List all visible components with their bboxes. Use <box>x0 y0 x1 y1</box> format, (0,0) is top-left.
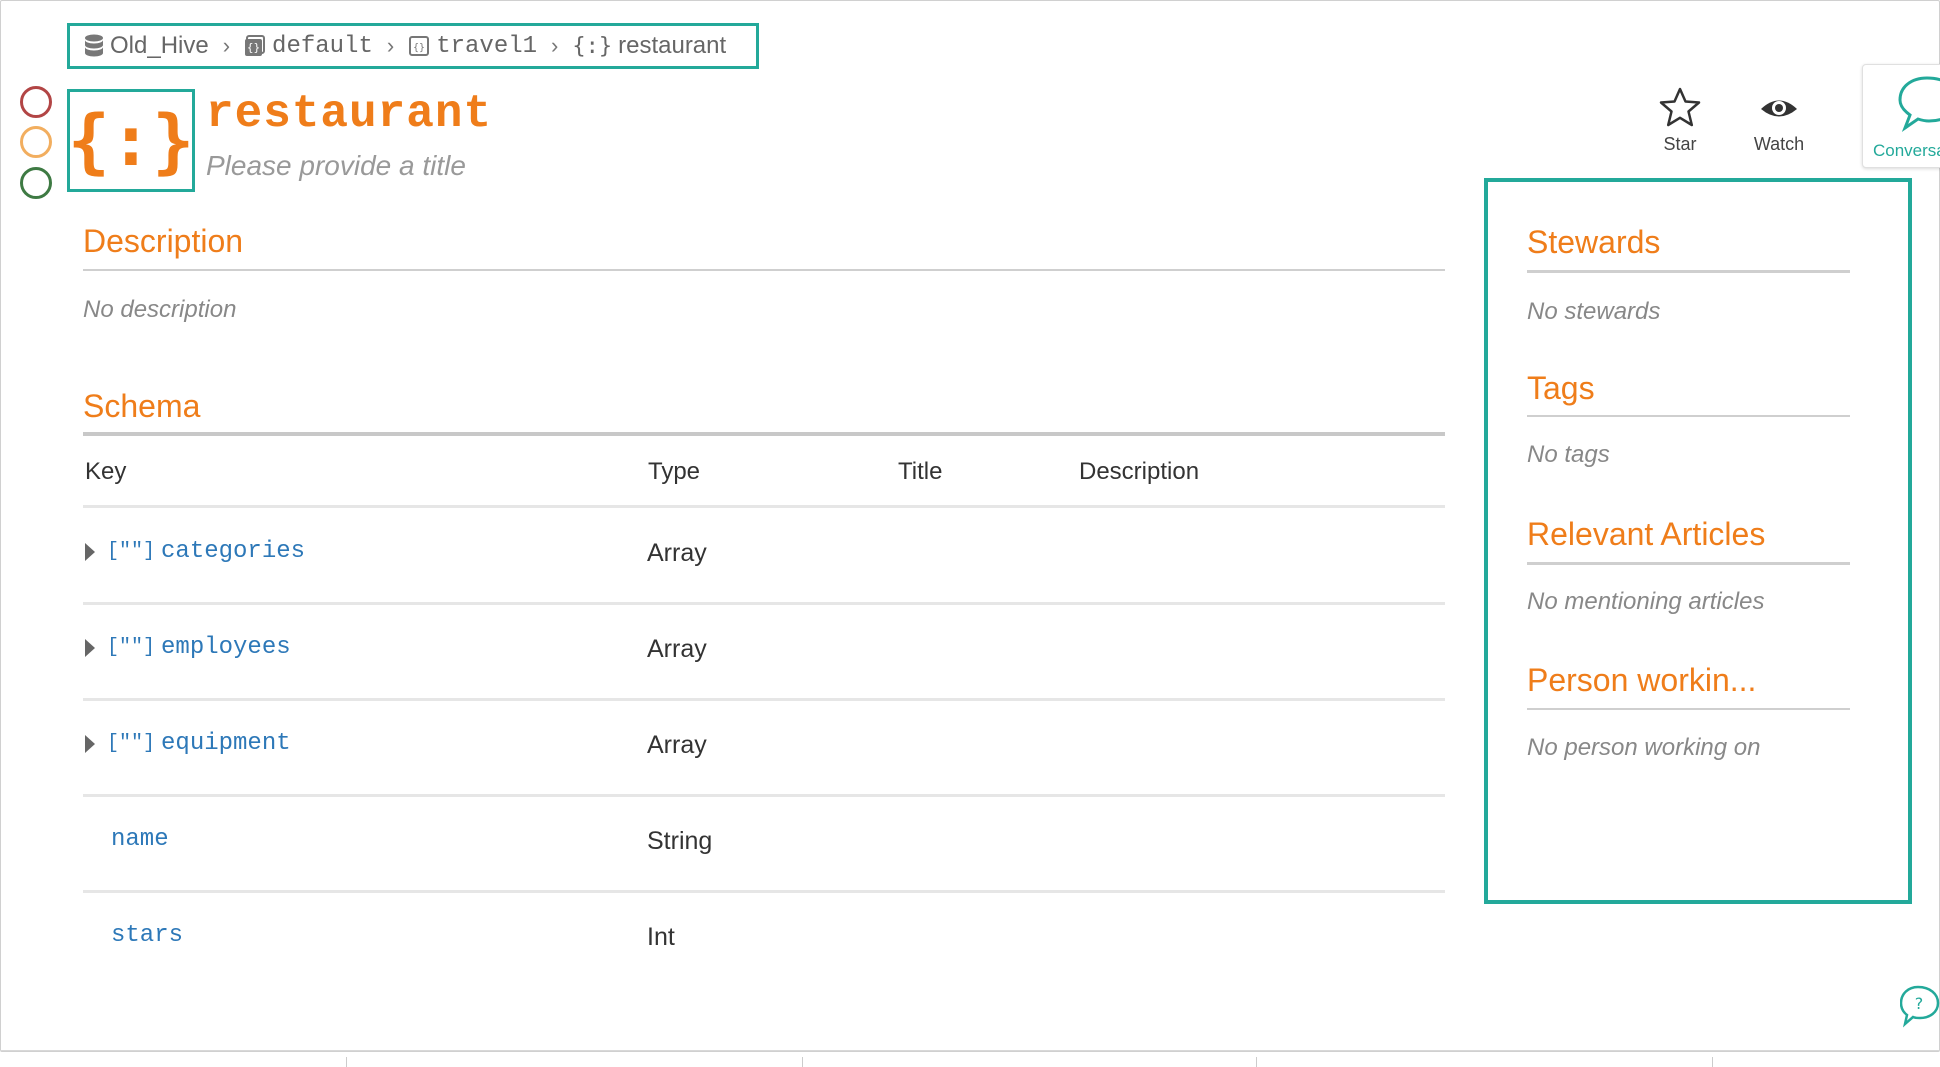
expand-caret-icon[interactable] <box>85 542 95 561</box>
description-empty[interactable]: No description <box>83 296 236 324</box>
field-type: Int <box>647 923 675 951</box>
chevron-right-icon: › <box>386 33 395 58</box>
description-heading: Description <box>83 223 244 259</box>
person-working-empty: No person working on <box>1527 734 1761 761</box>
breadcrumb-item-schema[interactable]: {} default <box>244 33 373 60</box>
column-header-key[interactable]: Key <box>85 458 126 486</box>
bottom-strip <box>0 1050 1940 1067</box>
field-key-link[interactable]: equipment <box>161 730 291 757</box>
divider <box>83 269 1445 271</box>
row-divider <box>83 602 1445 605</box>
object-icon: {:} <box>67 99 195 182</box>
relevant-articles-heading: Relevant Articles <box>1527 516 1766 552</box>
svg-text:{}: {} <box>247 41 260 54</box>
star-label: Star <box>1663 134 1697 154</box>
object-type-icon: {:} <box>67 89 195 192</box>
array-icon: [""] <box>107 636 156 659</box>
field-key-link[interactable]: name <box>111 826 169 853</box>
status-circle-green[interactable] <box>20 167 52 199</box>
help-chat-icon[interactable]: ? <box>1900 984 1940 1030</box>
stewards-empty: No stewards <box>1527 298 1661 325</box>
title-placeholder[interactable]: Please provide a title <box>206 150 466 182</box>
array-icon: [""] <box>107 540 156 563</box>
row-divider <box>83 794 1445 797</box>
chevron-right-icon: › <box>551 33 559 58</box>
column-header-description[interactable]: Description <box>1079 458 1199 486</box>
breadcrumb: Old_Hive › {} default › {} travel1 › {:}… <box>67 23 759 69</box>
table-row[interactable]: stars <box>111 922 183 949</box>
star-icon <box>1659 87 1701 127</box>
conversations-label: Conversations <box>1873 141 1940 160</box>
relevant-articles-empty: No mentioning articles <box>1527 588 1765 615</box>
star-button[interactable]: Star <box>1640 86 1720 155</box>
breadcrumb-label: travel1 <box>436 32 538 60</box>
divider <box>1527 708 1850 710</box>
status-circle-orange[interactable] <box>20 126 52 158</box>
tags-heading: Tags <box>1527 370 1595 406</box>
breadcrumb-item-database[interactable]: Old_Hive <box>84 32 209 60</box>
watch-button[interactable]: Watch <box>1739 86 1819 155</box>
field-key-link[interactable]: stars <box>111 922 183 949</box>
table-row[interactable]: [""] categories <box>85 538 305 565</box>
column-header-type[interactable]: Type <box>648 458 700 486</box>
tags-empty[interactable]: No tags <box>1527 441 1610 469</box>
breadcrumb-item-table[interactable]: {} travel1 <box>408 33 537 60</box>
page-title[interactable]: restaurant <box>206 88 492 140</box>
divider <box>1527 562 1850 565</box>
status-circle-red[interactable] <box>20 86 52 118</box>
breadcrumb-label: Old_Hive <box>110 32 209 59</box>
header-divider <box>83 505 1445 508</box>
row-divider <box>83 890 1445 893</box>
expand-caret-icon[interactable] <box>85 638 95 657</box>
table-row[interactable]: [""] equipment <box>85 730 291 757</box>
column-header-title[interactable]: Title <box>898 458 942 486</box>
field-key-link[interactable]: employees <box>161 634 291 661</box>
chat-bubble-icon <box>1898 76 1940 133</box>
svg-text:?: ? <box>1915 994 1924 1013</box>
stewards-heading: Stewards <box>1527 224 1661 260</box>
field-type: Array <box>647 731 707 759</box>
svg-text:{}: {} <box>413 43 425 54</box>
schema-heading: Schema <box>83 388 201 424</box>
divider <box>1527 415 1850 417</box>
breadcrumb-label: restaurant <box>618 32 727 59</box>
person-working-heading: Person workin... <box>1527 662 1757 698</box>
breadcrumb-item-object[interactable]: {:} restaurant <box>572 32 726 60</box>
table-icon: {} <box>409 36 430 56</box>
breadcrumb-label: default <box>272 32 373 60</box>
schema-icon: {} <box>245 35 266 56</box>
table-row[interactable]: [""] employees <box>85 634 291 661</box>
field-type: Array <box>647 539 707 567</box>
field-type: Array <box>647 635 707 663</box>
watch-label: Watch <box>1753 134 1805 154</box>
row-divider <box>83 698 1445 701</box>
divider <box>83 432 1445 436</box>
divider <box>1527 270 1850 273</box>
eye-icon <box>1761 100 1797 117</box>
chevron-right-icon: › <box>222 33 231 58</box>
table-row[interactable]: name <box>111 826 169 853</box>
field-type: String <box>647 827 713 855</box>
database-icon <box>85 34 103 57</box>
field-key-link[interactable]: categories <box>161 538 305 565</box>
array-icon: [""] <box>107 732 156 755</box>
conversations-tab[interactable]: Conversations <box>1862 64 1940 168</box>
expand-caret-icon[interactable] <box>85 734 95 753</box>
object-icon: {:} <box>572 33 613 59</box>
